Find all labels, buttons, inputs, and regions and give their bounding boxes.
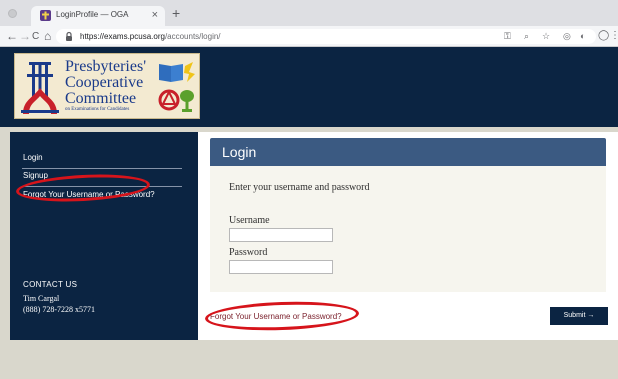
contact-phone: (888) 728-7228 x5771: [23, 305, 95, 314]
url-path: /accounts/login/: [164, 32, 221, 41]
login-content: Login Enter your username and password U…: [198, 132, 618, 340]
sidebar-divider: [22, 186, 182, 187]
sidebar: Login Signup Forgot Your Username or Pas…: [10, 132, 198, 340]
logo-wordmark: Presbyteries' Cooperative Committee: [65, 59, 146, 107]
page-title: Login: [222, 144, 257, 160]
browser-toolbar: ← → C ⌂ https://exams.pcusa.org/accounts…: [0, 26, 618, 47]
reload-icon[interactable]: C: [32, 30, 39, 44]
extension-icon[interactable]: ◎: [563, 30, 571, 42]
home-icon[interactable]: ⌂: [44, 29, 51, 43]
symbols-icon: [158, 62, 195, 112]
window-close-button[interactable]: [8, 9, 17, 18]
address-bar[interactable]: https://exams.pcusa.org/accounts/login/ …: [56, 29, 596, 44]
zoom-icon[interactable]: ⌕: [524, 30, 529, 42]
back-arrow-icon[interactable]: ←: [6, 29, 18, 43]
new-tab-button[interactable]: +: [172, 6, 180, 20]
browser-tab[interactable]: LoginProfile — OGA ×: [31, 6, 165, 26]
forward-arrow-icon[interactable]: →: [19, 29, 31, 43]
logo-subtitle: on Examinations for Candidates: [65, 107, 130, 112]
submit-button[interactable]: Submit →: [550, 307, 608, 325]
extension-icon[interactable]: ◐: [580, 30, 585, 42]
sidebar-item-signup[interactable]: Signup: [23, 171, 48, 180]
contact-name: Tim Cargal: [23, 294, 60, 303]
logo-line: Committee: [65, 90, 137, 107]
sidebar-item-forgot[interactable]: Forgot Your Username or Password?: [23, 190, 155, 199]
forgot-credentials-link[interactable]: Forgot Your Username or Password?: [210, 312, 342, 321]
url-text: https://exams.pcusa.org/accounts/login/: [80, 31, 221, 42]
login-form: Enter your username and password Usernam…: [210, 166, 606, 292]
password-label: Password: [229, 247, 268, 258]
profile-icon[interactable]: ◯: [598, 29, 609, 43]
key-icon[interactable]: ⚿: [504, 30, 511, 42]
login-instructions: Enter your username and password: [229, 182, 370, 193]
logo-line: Cooperative: [65, 74, 144, 91]
username-label: Username: [229, 215, 270, 226]
login-title-bar: Login: [210, 138, 606, 166]
url-host: https://exams.pcusa.org: [80, 32, 165, 41]
page-body: Presbyteries' Cooperative Committee on E…: [0, 47, 618, 379]
sidebar-item-login[interactable]: Login: [23, 153, 43, 162]
lock-icon: [66, 31, 72, 41]
tab-title: LoginProfile — OGA: [56, 10, 129, 19]
star-icon[interactable]: ☆: [542, 30, 550, 42]
pcc-logo[interactable]: Presbyteries' Cooperative Committee on E…: [14, 53, 200, 119]
browser-menu-icon[interactable]: ⋮: [610, 30, 618, 42]
username-field[interactable]: [229, 228, 333, 242]
logo-line: Presbyteries': [65, 58, 147, 75]
sidebar-divider: [22, 168, 182, 169]
password-field[interactable]: [229, 260, 333, 274]
pcc-favicon-icon: [40, 10, 51, 21]
site-header: Presbyteries' Cooperative Committee on E…: [0, 47, 618, 127]
presbyterian-seal-icon: [19, 58, 61, 116]
browser-tab-strip: LoginProfile — OGA × +: [0, 0, 618, 26]
tab-close-icon[interactable]: ×: [152, 8, 158, 22]
contact-heading: CONTACT US: [23, 280, 78, 289]
